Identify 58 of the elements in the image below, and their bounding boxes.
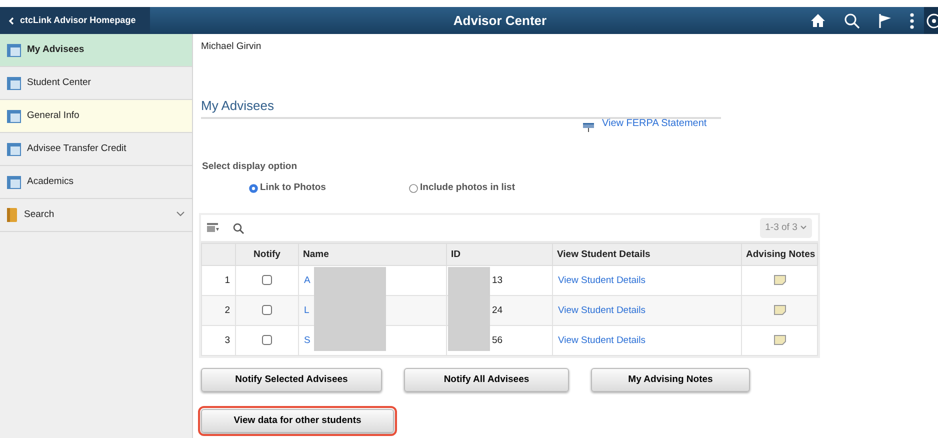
ferpa-link[interactable]: View FERPA Statement [602,116,707,132]
section-heading: My Advisees [201,96,721,119]
page-icon [7,76,21,90]
chevron-down-icon [176,211,185,218]
action-button[interactable]: My Advising Notes [591,368,750,392]
column-header: Name [298,244,446,266]
checkbox[interactable] [262,335,272,346]
sidebar-item[interactable]: Academics [0,166,192,199]
column-header: Notify [236,244,298,266]
search-icon[interactable] [233,222,244,234]
grid-settings-icon[interactable] [207,223,219,234]
flag-icon[interactable] [878,12,892,28]
chevron-left-icon [8,16,14,24]
page-icon [7,176,21,188]
details-link[interactable]: View Student Details [558,304,646,316]
sidebar-item[interactable]: Search [0,199,192,232]
id-value: 56 [492,334,503,346]
caret-icon [800,225,807,230]
back-button[interactable]: ctcLink Advisor Homepage [0,7,150,34]
row-number: 2 [202,296,236,326]
name-link[interactable]: S [304,334,310,346]
column-header: Advising Notes [742,244,818,266]
action-button[interactable]: Notify All Advisees [404,368,569,392]
details-link[interactable]: View Student Details [558,334,646,346]
search-icon[interactable] [844,12,860,28]
note-icon[interactable] [774,335,786,346]
name-link[interactable]: A [304,274,310,286]
more-icon[interactable] [910,12,914,28]
projector-icon [583,122,594,132]
folder-icon [7,208,18,222]
note-icon[interactable] [774,305,786,316]
page-icon [7,142,21,156]
display-option-label: Select display option [202,160,298,172]
page-title: Advisor Center [452,12,548,30]
sidebar-item[interactable]: My Advisees [0,34,192,67]
id-value: 13 [492,274,503,286]
action-button[interactable]: Notify Selected Advisees [201,368,382,392]
radio-option[interactable]: Link to Photos [249,181,409,196]
row-number: 3 [202,326,236,356]
radio-button[interactable] [249,184,258,193]
compass-icon[interactable] [924,7,938,34]
checkbox[interactable] [262,275,272,286]
view-other-students-button[interactable]: View data for other students [201,409,394,434]
user-name: Michael Girvin [201,40,262,54]
sidebar-item[interactable]: Advisee Transfer Credit [0,133,192,166]
page-icon [7,44,21,56]
home-icon[interactable] [810,13,826,28]
details-link[interactable]: View Student Details [558,274,646,286]
note-icon[interactable] [774,275,786,286]
radio-button[interactable] [409,184,418,193]
page-icon [7,110,21,122]
column-header: ID [446,244,552,266]
checkbox[interactable] [262,305,272,316]
column-header: View Student Details [552,244,742,266]
radio-option[interactable]: Include photos in list [409,181,515,196]
name-link[interactable]: L [304,304,310,316]
sidebar-item[interactable]: General Info [0,100,192,133]
id-value: 24 [492,304,503,316]
